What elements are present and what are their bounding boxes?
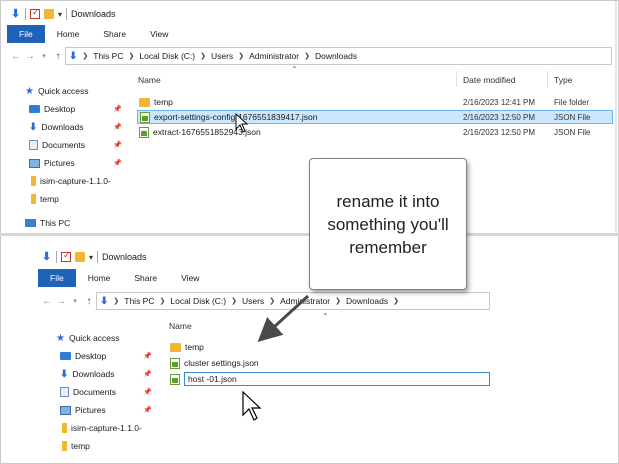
instruction-callout: rename it into something you'll remember bbox=[309, 158, 467, 290]
callout-text: rename it into something you'll remember bbox=[327, 191, 449, 257]
